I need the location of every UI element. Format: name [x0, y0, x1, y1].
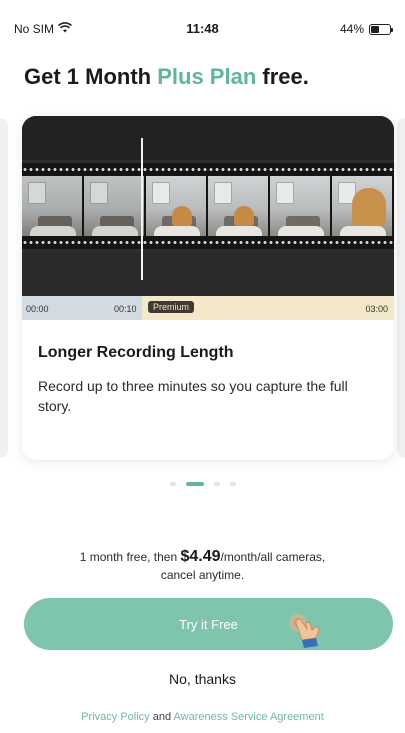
video-frame [208, 176, 268, 236]
title-suffix: free. [256, 64, 309, 89]
preview-top-band [22, 116, 394, 160]
try-free-button[interactable]: Try it Free [24, 598, 393, 650]
film-perforation-bottom [22, 238, 394, 247]
feature-description: Record up to three minutes so you captur… [38, 378, 348, 414]
battery-group: 44% [339, 22, 393, 36]
premium-badge: Premium [148, 301, 195, 313]
film-frames [22, 176, 394, 236]
pricing-prefix: 1 month free, then [79, 550, 181, 564]
feature-card[interactable]: 00:00 00:10 Premium 03:00 Longer Recordi… [22, 116, 394, 460]
pager-dot[interactable] [213, 482, 220, 486]
pager-dot[interactable] [229, 482, 236, 486]
pricing-terms: 1 month free, then $4.49/month/all camer… [0, 548, 405, 584]
page-title: Get 1 Month Plus Plan free. [24, 64, 309, 90]
tap-hand-icon [286, 610, 326, 654]
pricing-cancel-note: cancel anytime. [160, 568, 245, 582]
timeline-end: 03:00 [365, 304, 388, 314]
previous-card-peek[interactable] [0, 118, 8, 458]
playhead[interactable] [141, 138, 143, 280]
title-plan-name: Plus Plan [157, 64, 257, 89]
pager-dot-active[interactable] [185, 482, 204, 486]
video-frame [332, 176, 392, 236]
price-amount: $4.49 [180, 548, 221, 565]
next-card-peek[interactable] [397, 118, 405, 458]
filmstrip [22, 163, 394, 249]
status-bar: No SIM 11:48 44% [0, 0, 405, 44]
video-frame [270, 176, 330, 236]
battery-percent: 44% [339, 22, 364, 36]
video-preview: 00:00 00:10 Premium 03:00 [22, 116, 394, 320]
battery-icon [369, 23, 393, 35]
timeline-start: 00:00 [26, 304, 49, 314]
video-frame [84, 176, 144, 236]
try-free-label: Try it Free [179, 616, 238, 632]
video-frame [22, 176, 82, 236]
preview-bottom-band [22, 252, 394, 296]
battery-level [371, 25, 379, 33]
footer-and: and [149, 711, 174, 723]
pager-dot[interactable] [169, 482, 176, 486]
paywall-screen: No SIM 11:48 44% Get 1 Month Plus Plan f… [0, 0, 405, 733]
pricing-suffix: /month/all cameras, [220, 550, 326, 564]
privacy-policy-link[interactable]: Privacy Policy [81, 711, 149, 723]
timeline-bar: 00:00 00:10 Premium 03:00 [22, 296, 394, 320]
film-perforation-top [22, 165, 394, 174]
legal-footer: Privacy Policy and Awareness Service Agr… [0, 711, 405, 723]
title-prefix: Get 1 Month [24, 64, 158, 89]
no-thanks-button[interactable]: No, thanks [0, 671, 405, 687]
service-agreement-link[interactable]: Awareness Service Agreement [174, 711, 324, 723]
video-frame [146, 176, 206, 236]
carousel-pager [0, 482, 405, 486]
feature-title: Longer Recording Length [38, 344, 234, 361]
timeline-free-end: 00:10 [114, 304, 137, 314]
